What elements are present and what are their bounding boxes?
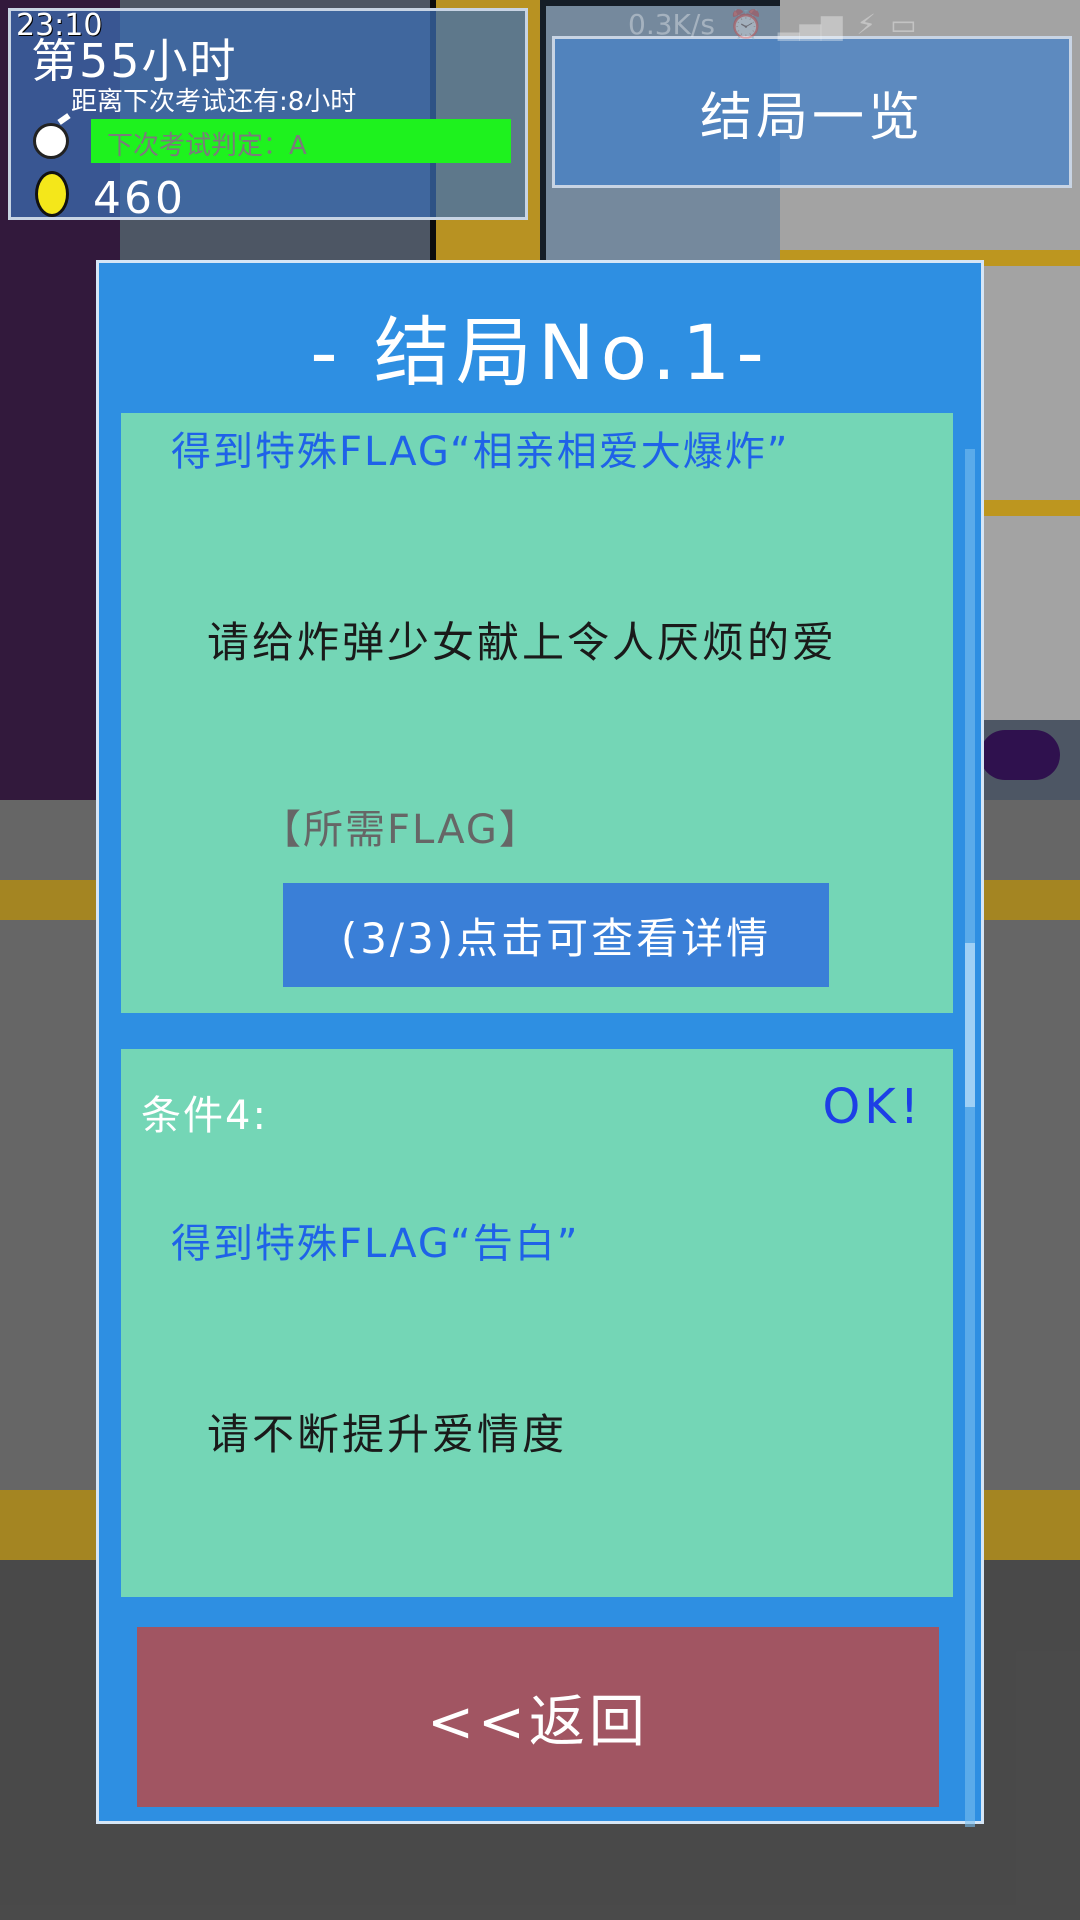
exam-grade: 下次考试判定：A [107, 131, 307, 161]
scrollbar-track[interactable] [965, 449, 975, 1827]
condition-label: 条件4: [141, 1093, 268, 1139]
required-flag-label: 【所需FLAG】 [261, 807, 541, 853]
condition-flag: 得到特殊FLAG“相亲相爱大爆炸” [171, 429, 790, 475]
condition-description: 请不断提升爱情度 [207, 1410, 568, 1459]
ending-list-button[interactable]: 结局一览 [552, 36, 1072, 188]
alarm-icon: ⏰ [728, 8, 764, 41]
condition-flag: 得到特殊FLAG“告白” [171, 1221, 580, 1267]
exam-countdown: 距离下次考试还有:8小时 [71, 87, 357, 117]
dialog-title: - 结局No.1- [310, 308, 770, 397]
battery-icon: ▭ [890, 8, 917, 41]
coin-icon [35, 171, 69, 217]
condition-card-4: 条件4: OK! 得到特殊FLAG“告白” 请不断提升爱情度 [121, 1049, 953, 1597]
status-time: 23:10 [16, 8, 103, 43]
conditions-scroll-area[interactable]: 得到特殊FLAG“相亲相爱大爆炸” 请给炸弹少女献上令人厌烦的爱 【所需FLAG… [121, 413, 953, 1653]
condition-status: OK! [822, 1079, 923, 1135]
coin-count: 460 [93, 173, 186, 224]
status-indicators: 0.3K/s ⏰ ▂▄▆ ⚡ ▭ [628, 8, 917, 41]
bomb-icon [33, 123, 69, 159]
view-details-button[interactable]: (3/3)点击可查看详情 [283, 883, 829, 987]
signal-icon: ▂▄▆ [777, 8, 843, 41]
charging-icon: ⚡ [856, 8, 877, 41]
condition-description: 请给炸弹少女献上令人厌烦的爱 [207, 618, 838, 667]
scrollbar-thumb[interactable] [965, 943, 975, 1107]
ending-dialog: - 结局No.1- 得到特殊FLAG“相亲相爱大爆炸” 请给炸弹少女献上令人厌烦… [96, 260, 984, 1827]
back-button[interactable]: <<返回 [137, 1627, 939, 1807]
condition-card-3: 得到特殊FLAG“相亲相爱大爆炸” 请给炸弹少女献上令人厌烦的爱 【所需FLAG… [121, 413, 953, 1013]
network-speed: 0.3K/s [628, 8, 715, 41]
